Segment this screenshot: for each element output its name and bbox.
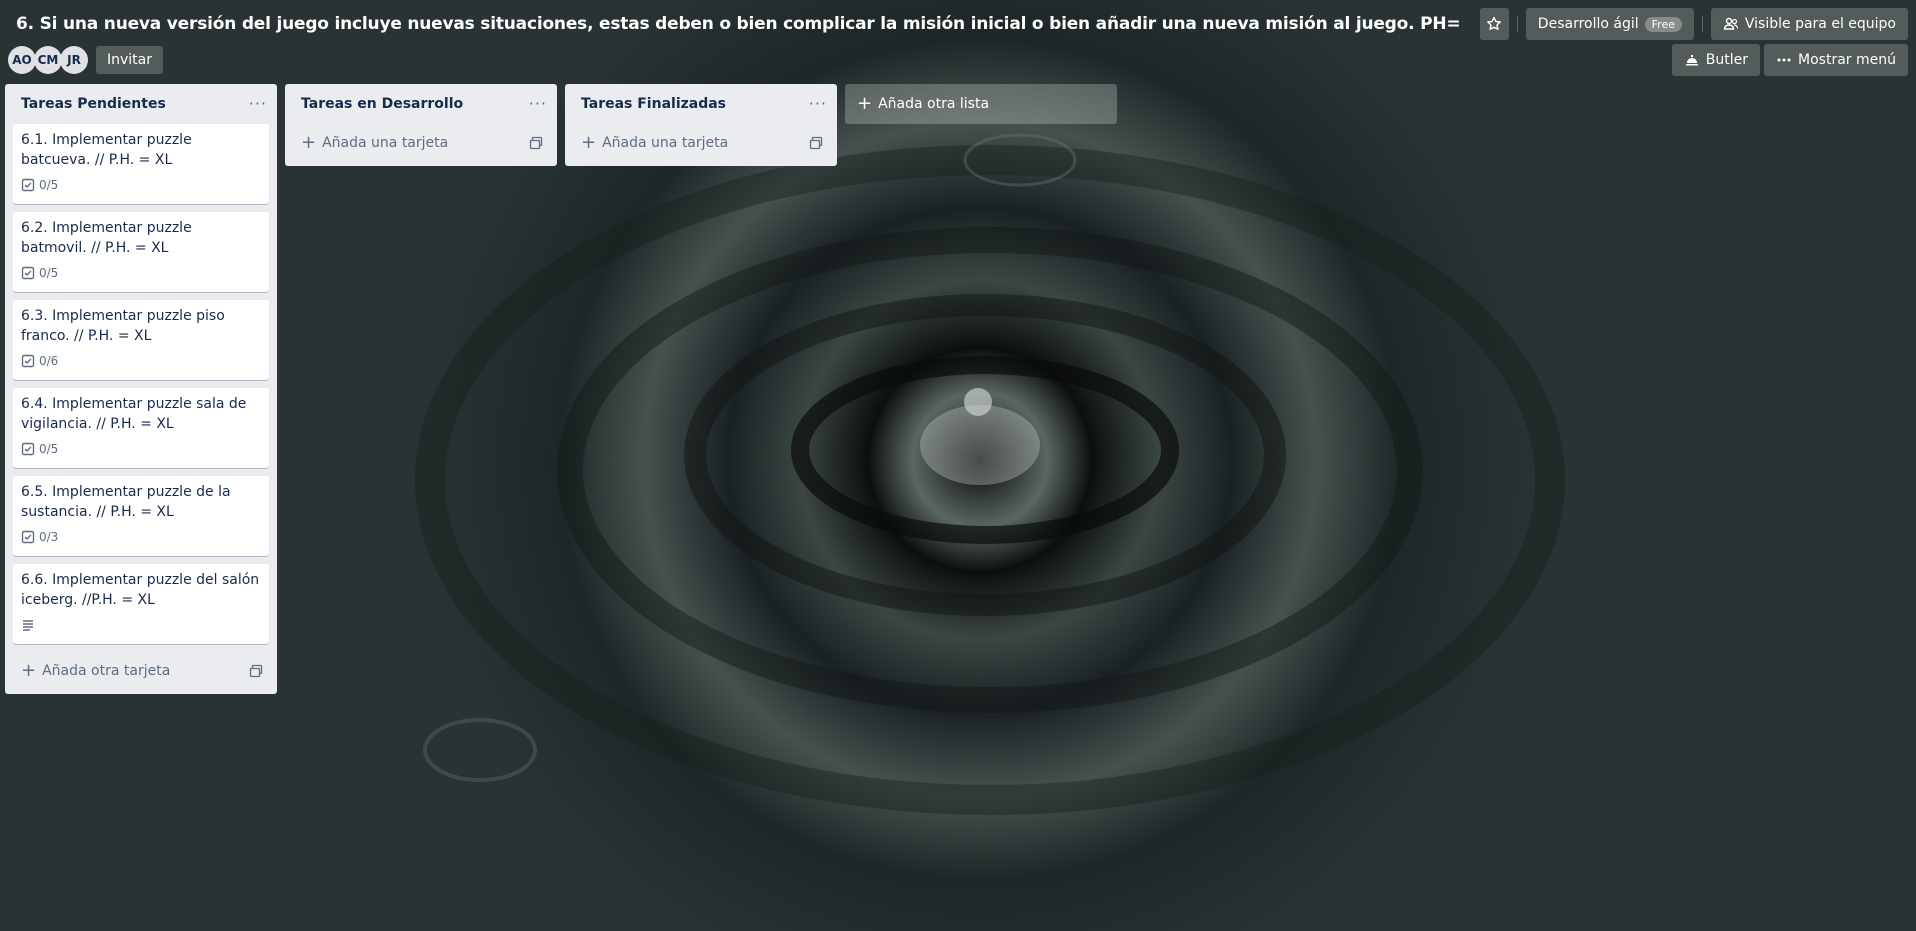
add-list-label: Añada otra lista	[878, 96, 990, 112]
card-badges: 0/6	[21, 350, 261, 372]
description-icon	[21, 618, 35, 632]
member-avatar[interactable]: CM	[34, 46, 62, 74]
checklist-count: 0/3	[39, 530, 59, 544]
team-icon	[1723, 16, 1739, 32]
list-title[interactable]: Tareas Pendientes	[21, 96, 166, 112]
card-title: 6.4. Implementar puzzle sala de vigilanc…	[21, 396, 247, 432]
header-divider	[1516, 16, 1518, 32]
list-header: Tareas en Desarrollo ···	[293, 84, 549, 124]
list-title[interactable]: Tareas Finalizadas	[581, 96, 726, 112]
plus-icon: +	[301, 132, 317, 153]
show-menu-label: Mostrar menú	[1798, 52, 1896, 68]
card[interactable]: 6.4. Implementar puzzle sala de vigilanc…	[13, 388, 269, 468]
list-menu-icon[interactable]: ···	[249, 96, 267, 112]
list-menu-icon[interactable]: ···	[529, 96, 547, 112]
board-header: 6. Si una nueva versión del juego incluy…	[0, 0, 1916, 48]
member-avatar[interactable]: JR	[60, 46, 88, 74]
card-title: 6.5. Implementar puzzle de la sustancia.…	[21, 484, 231, 520]
list-title[interactable]: Tareas en Desarrollo	[301, 96, 463, 112]
star-icon	[1486, 16, 1502, 32]
add-card-label: Añada una tarjeta	[322, 135, 449, 151]
checklist-count: 0/5	[39, 266, 59, 280]
add-card-button[interactable]: + Añada una tarjeta	[293, 124, 549, 162]
show-menu-button[interactable]: Mostrar menú	[1764, 44, 1908, 76]
list-tareas-en-desarrollo[interactable]: Tareas en Desarrollo ··· + Añada una tar…	[285, 84, 557, 166]
checklist-count: 0/5	[39, 442, 59, 456]
butler-button[interactable]: Butler	[1671, 44, 1761, 76]
workspace-button[interactable]: Desarrollo ágil Free	[1525, 8, 1694, 40]
checklist-count: 0/6	[39, 354, 59, 368]
template-icon[interactable]	[529, 136, 543, 150]
butler-label: Butler	[1705, 52, 1749, 68]
list-header: Tareas Finalizadas ···	[573, 84, 829, 124]
visibility-label: Visible para el equipo	[1744, 16, 1896, 32]
template-icon[interactable]	[809, 136, 823, 150]
plus-icon: +	[857, 93, 873, 114]
card-badges	[21, 614, 261, 636]
board-lists: Tareas Pendientes ··· 6.1. Implementar p…	[5, 84, 1117, 694]
member-avatar[interactable]: AO	[8, 46, 36, 74]
star-button[interactable]	[1480, 8, 1509, 40]
checklist-count: 0/5	[39, 178, 59, 192]
workspace-label: Desarrollo ágil	[1537, 16, 1639, 32]
card-title: 6.6. Implementar puzzle del salón iceber…	[21, 572, 260, 608]
card[interactable]: 6.2. Implementar puzzle batmovil. // P.H…	[13, 212, 269, 292]
add-list-button[interactable]: + Añada otra lista	[845, 84, 1117, 124]
add-card-label: Añada otra tarjeta	[42, 663, 171, 679]
checklist-icon	[21, 442, 35, 456]
card-badges: 0/5	[21, 438, 261, 460]
list-tareas-finalizadas[interactable]: Tareas Finalizadas ··· + Añada una tarje…	[565, 84, 837, 166]
card[interactable]: 6.5. Implementar puzzle de la sustancia.…	[13, 476, 269, 556]
list-menu-icon[interactable]: ···	[809, 96, 827, 112]
plus-icon: +	[581, 132, 597, 153]
list-tareas-pendientes[interactable]: Tareas Pendientes ··· 6.1. Implementar p…	[5, 84, 277, 694]
card[interactable]: 6.3. Implementar puzzle piso franco. // …	[13, 300, 269, 380]
board-title[interactable]: 6. Si una nueva versión del juego incluy…	[16, 14, 1466, 34]
list-header: Tareas Pendientes ···	[13, 84, 269, 124]
butler-icon	[1684, 52, 1700, 68]
card-badges: 0/5	[21, 174, 261, 196]
card[interactable]: 6.1. Implementar puzzle batcueva. // P.H…	[13, 124, 269, 204]
visibility-button[interactable]: Visible para el equipo	[1710, 8, 1908, 40]
checklist-icon	[21, 266, 35, 280]
plus-icon: +	[21, 660, 37, 681]
card-title: 6.1. Implementar puzzle batcueva. // P.H…	[21, 132, 192, 168]
checklist-icon	[21, 178, 35, 192]
card[interactable]: 6.6. Implementar puzzle del salón iceber…	[13, 564, 269, 644]
card-badges: 0/3	[21, 526, 261, 548]
template-icon[interactable]	[249, 664, 263, 678]
more-icon	[1776, 52, 1792, 68]
invite-button[interactable]: Invitar	[96, 46, 164, 74]
card-badges: 0/5	[21, 262, 261, 284]
board-subbar: AO CM JR Invitar Butler Mostrar menú	[0, 44, 1916, 76]
plan-badge: Free	[1644, 16, 1682, 32]
checklist-icon	[21, 354, 35, 368]
add-card-label: Añada una tarjeta	[602, 135, 729, 151]
card-title: 6.3. Implementar puzzle piso franco. // …	[21, 308, 225, 344]
card-title: 6.2. Implementar puzzle batmovil. // P.H…	[21, 220, 192, 256]
subbar-actions: Butler Mostrar menú	[1671, 44, 1908, 76]
add-card-button[interactable]: + Añada una tarjeta	[573, 124, 829, 162]
add-card-button[interactable]: + Añada otra tarjeta	[13, 652, 269, 690]
header-divider	[1701, 16, 1703, 32]
checklist-icon	[21, 530, 35, 544]
